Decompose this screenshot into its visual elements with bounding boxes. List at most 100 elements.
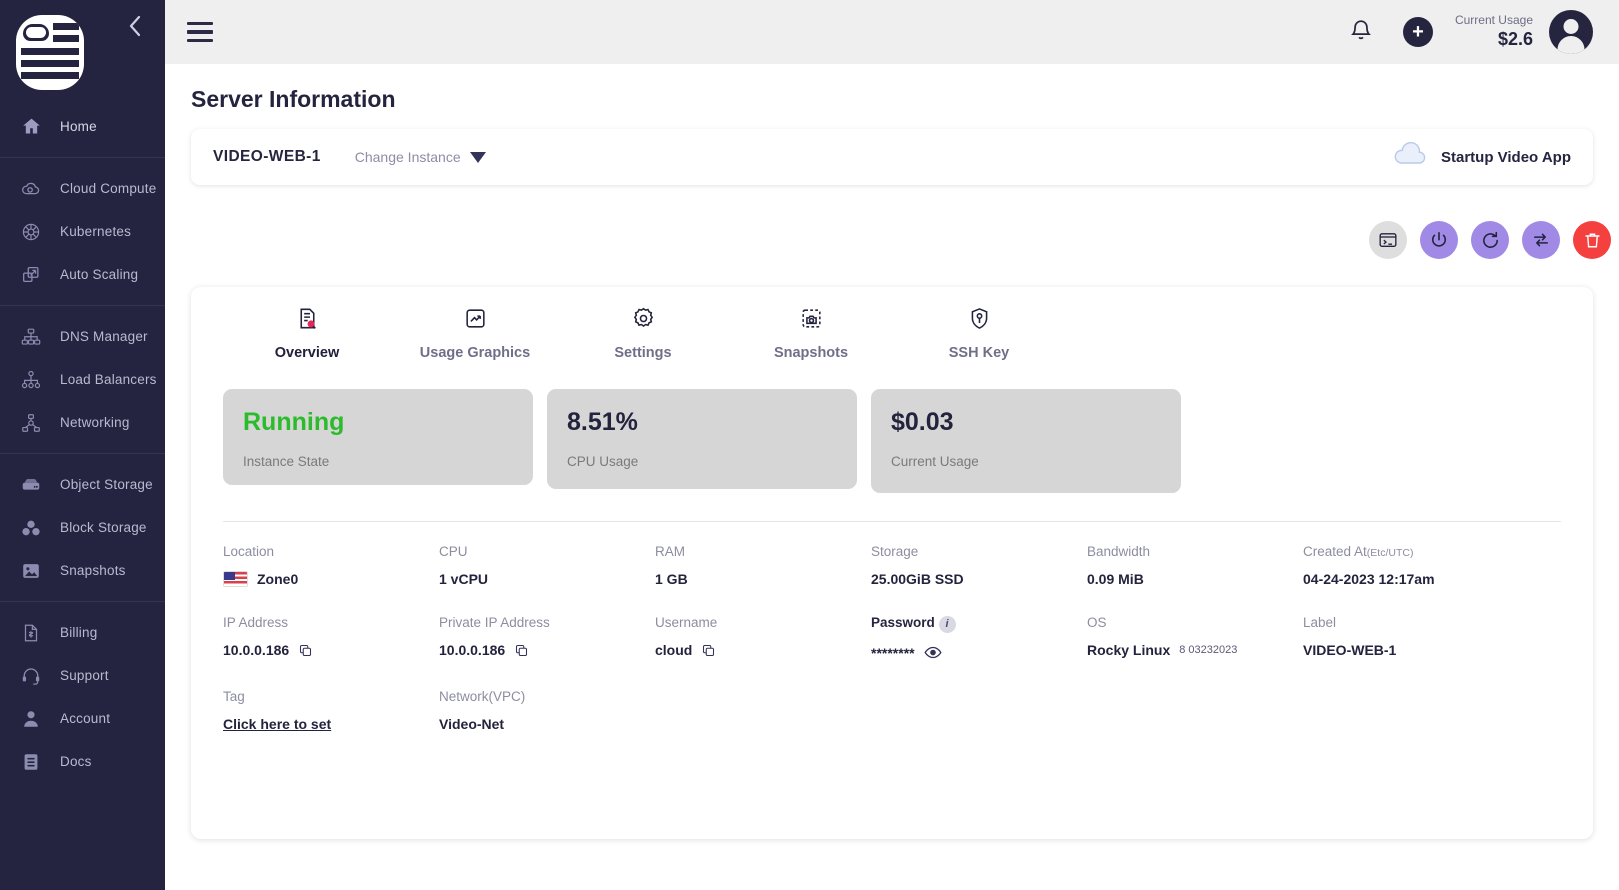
details-row: Tag Click here to set Network(VPC) Video…	[223, 689, 1561, 732]
sidebar-label: Snapshots	[60, 563, 126, 578]
cloud-logo[interactable]	[16, 15, 84, 90]
content-area: Server Information VIDEO-WEB-1 Change In…	[165, 86, 1619, 839]
password-label-text: Password	[871, 615, 935, 630]
sidebar-label: Account	[60, 711, 110, 726]
detail-value: ********	[871, 645, 1087, 661]
current-usage-card-label: Current Usage	[891, 454, 1181, 469]
cpu-usage-card: 8.51% CPU Usage	[547, 389, 857, 489]
detail-label: Label	[1303, 615, 1519, 630]
tab-ssh-key[interactable]: SSH Key	[895, 301, 1063, 371]
sidebar-item-auto-scaling[interactable]: Auto Scaling	[0, 253, 165, 296]
details-row: IP Address 10.0.0.186 Private IP Address	[223, 615, 1561, 661]
sidebar-label: Block Storage	[60, 520, 147, 535]
detail-value: Video-Net	[439, 716, 655, 732]
sidebar-item-dns-manager[interactable]: DNS Manager	[0, 315, 165, 358]
detail-os: OS Rocky Linux 8 03232023	[1087, 615, 1303, 661]
created-at-text: Created At	[1303, 544, 1367, 559]
load-balancer-icon	[18, 367, 44, 393]
add-button[interactable]: +	[1403, 17, 1433, 47]
sidebar-item-load-balancers[interactable]: Load Balancers	[0, 358, 165, 401]
hamburger-icon[interactable]	[187, 22, 213, 42]
sidebar-item-block-storage[interactable]: Block Storage	[0, 506, 165, 549]
sidebar-item-home[interactable]: Home	[0, 105, 165, 148]
us-flag-icon	[223, 571, 248, 587]
current-usage-card-value: $0.03	[891, 408, 1181, 437]
home-icon	[18, 114, 44, 140]
chevron-left-icon[interactable]	[123, 14, 147, 38]
app-badge: Startup Video App	[1391, 142, 1571, 173]
instance-bar: VIDEO-WEB-1 Change Instance Startup Vide…	[191, 129, 1593, 185]
change-instance-dropdown[interactable]: Change Instance	[355, 149, 486, 165]
sidebar-label: Kubernetes	[60, 224, 131, 239]
tab-label: Snapshots	[774, 345, 848, 361]
details-row: Location Zone0 CPU 1 vCPU RAM	[223, 544, 1561, 587]
tab-settings[interactable]: Settings	[559, 301, 727, 371]
sidebar-item-networking[interactable]: Networking	[0, 401, 165, 444]
avatar-body	[1558, 36, 1585, 54]
dns-manager-icon	[18, 324, 44, 350]
sidebar-item-snapshots[interactable]: Snapshots	[0, 549, 165, 592]
sidebar-item-support[interactable]: Support	[0, 654, 165, 697]
detail-label: Bandwidth	[1087, 544, 1303, 559]
restart-button[interactable]	[1471, 221, 1509, 259]
sidebar-label: DNS Manager	[60, 329, 148, 344]
set-tag-link[interactable]: Click here to set	[223, 716, 331, 732]
console-button[interactable]	[1369, 221, 1407, 259]
settings-gear-icon	[631, 301, 656, 335]
password-value-text: ********	[871, 645, 915, 661]
delete-button[interactable]	[1573, 221, 1611, 259]
tab-label: SSH Key	[949, 345, 1009, 361]
block-storage-icon	[18, 515, 44, 541]
detail-username: Username cloud	[655, 615, 871, 661]
tab-snapshots[interactable]: Snapshots	[727, 301, 895, 371]
instance-state-label: Instance State	[243, 454, 533, 469]
sidebar-item-account[interactable]: Account	[0, 697, 165, 740]
eye-icon[interactable]	[924, 646, 941, 659]
cloud-compute-icon	[18, 176, 44, 202]
tab-bar: Overview Usage Graphics Settings	[223, 287, 1561, 371]
account-icon	[18, 706, 44, 732]
notification-bell-icon[interactable]	[1349, 18, 1375, 46]
cloud-glyph	[23, 24, 49, 41]
support-icon	[18, 663, 44, 689]
copy-icon[interactable]	[701, 643, 716, 658]
copy-icon[interactable]	[298, 643, 313, 658]
tab-usage-graphics[interactable]: Usage Graphics	[391, 301, 559, 371]
action-buttons	[191, 221, 1611, 259]
detail-label: Created At(Etc/UTC)	[1303, 544, 1519, 559]
docs-icon	[18, 749, 44, 775]
cloud-icon	[1391, 142, 1429, 173]
detail-ip-address: IP Address 10.0.0.186	[223, 615, 439, 661]
power-button[interactable]	[1420, 221, 1458, 259]
avatar[interactable]	[1549, 10, 1593, 54]
sidebar-item-docs[interactable]: Docs	[0, 740, 165, 783]
detail-network: Network(VPC) Video-Net	[439, 689, 655, 732]
detail-ram: RAM 1 GB	[655, 544, 871, 587]
copy-icon[interactable]	[514, 643, 529, 658]
logo-bar	[21, 48, 79, 55]
detail-location: Location Zone0	[223, 544, 439, 587]
info-icon[interactable]: i	[939, 616, 956, 633]
sidebar-item-billing[interactable]: Billing	[0, 611, 165, 654]
tab-label: Overview	[275, 345, 340, 361]
detail-private-ip: Private IP Address 10.0.0.186	[439, 615, 655, 661]
sidebar-label: Auto Scaling	[60, 267, 138, 282]
os-value-text: Rocky Linux	[1087, 642, 1170, 658]
detail-label: Username	[655, 615, 871, 630]
current-usage-value: $2.6	[1455, 28, 1533, 51]
created-at-timezone: (Etc/UTC)	[1367, 547, 1414, 559]
logo-bar	[53, 23, 79, 30]
sidebar-item-cloud-compute[interactable]: Cloud Compute	[0, 167, 165, 210]
sidebar-label: Networking	[60, 415, 130, 430]
ssh-key-shield-icon	[967, 301, 992, 335]
sidebar-label: Docs	[60, 754, 92, 769]
tab-overview[interactable]: Overview	[223, 301, 391, 371]
sidebar-item-object-storage[interactable]: Object Storage	[0, 463, 165, 506]
main-region: + Current Usage $2.6 Server Information …	[165, 0, 1619, 890]
nav-group-account: Billing Support Account Docs	[0, 601, 165, 792]
detail-value: VIDEO-WEB-1	[1303, 642, 1519, 658]
sidebar-item-kubernetes[interactable]: Kubernetes	[0, 210, 165, 253]
rebuild-button[interactable]	[1522, 221, 1560, 259]
nav-group-storage: Object Storage Block Storage Snapshots	[0, 453, 165, 601]
os-version-text: 8 03232023	[1179, 644, 1237, 656]
